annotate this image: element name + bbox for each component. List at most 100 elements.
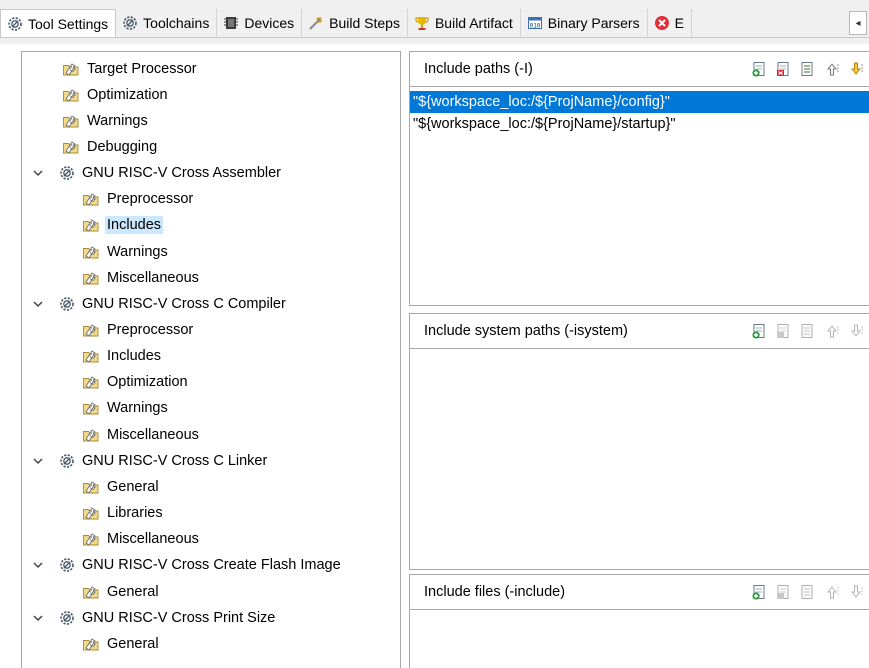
tree-item-label: GNU RISC-V Cross C Compiler xyxy=(82,295,286,312)
tree-item[interactable]: Warnings xyxy=(82,239,170,264)
tab-e[interactable]: E xyxy=(648,9,692,37)
trophy-icon xyxy=(414,15,430,31)
include-files-header: Include files (-include) xyxy=(410,575,869,610)
edit-icon[interactable] xyxy=(799,322,817,340)
tool-gear-icon xyxy=(59,610,75,626)
folder-page-icon xyxy=(82,479,100,495)
include-system-paths-header: Include system paths (-isystem) xyxy=(410,314,869,349)
folder-page-icon xyxy=(82,374,100,390)
tree-item[interactable]: Preprocessor xyxy=(82,318,195,343)
include-files-title: Include files (-include) xyxy=(424,584,566,600)
tab-toolchains[interactable]: Toolchains xyxy=(116,9,218,37)
tab-build-artifact[interactable]: Build Artifact xyxy=(408,9,521,37)
tree-tool-node[interactable]: GNU RISC-V Cross C Compiler xyxy=(33,291,288,316)
tree-item[interactable]: General xyxy=(82,474,161,499)
folder-page-icon xyxy=(82,636,100,652)
folder-page-icon xyxy=(82,531,100,547)
tree-item[interactable]: Includes xyxy=(82,213,164,238)
tab-devices[interactable]: Devices xyxy=(217,9,303,37)
delete-icon[interactable] xyxy=(775,60,793,78)
move-up-icon[interactable] xyxy=(823,322,841,340)
settings-tree: Target Processor Optimization Warnings Debu… xyxy=(21,51,401,668)
tree-item[interactable]: Warnings xyxy=(82,396,170,421)
add-icon[interactable] xyxy=(751,60,769,78)
tree-item[interactable]: Libraries xyxy=(82,501,165,526)
tree-item[interactable]: Debugging xyxy=(62,134,159,159)
add-icon[interactable] xyxy=(751,322,769,340)
folder-page-icon xyxy=(82,427,100,443)
tree-item-label: Includes xyxy=(107,348,162,365)
folder-page-icon xyxy=(82,217,100,233)
tab-scroll-left-button[interactable]: ◂ xyxy=(849,11,867,35)
tree-item[interactable]: Includes xyxy=(82,344,163,369)
build-steps-icon xyxy=(308,15,324,31)
tab-binary-parsers[interactable]: 010 Binary Parsers xyxy=(521,9,648,37)
edit-icon[interactable] xyxy=(799,583,817,601)
tab-label: Build Artifact xyxy=(434,15,513,31)
tree-tool-node[interactable]: GNU RISC-V Cross Create Flash Image xyxy=(33,553,343,578)
svg-text:010: 010 xyxy=(529,23,540,30)
tree-tool-node[interactable]: GNU RISC-V Cross C Linker xyxy=(33,448,269,473)
tree-item-label: Target Processor xyxy=(87,60,197,77)
tree-item-label: Preprocessor xyxy=(107,322,194,338)
tree-item[interactable]: Miscellaneous xyxy=(82,265,201,290)
tree-item[interactable]: Target Processor xyxy=(62,56,199,81)
include-paths-panel: Include paths (-I) "${workspace_loc:/${P… xyxy=(409,51,869,306)
include-paths-toolbar xyxy=(751,60,869,78)
tree-item[interactable]: Warnings xyxy=(62,108,150,133)
tree-item-label: Optimization xyxy=(107,374,188,391)
tree-item[interactable]: General xyxy=(82,579,161,604)
chevron-down-icon[interactable] xyxy=(32,455,44,467)
tree-item[interactable]: Miscellaneous xyxy=(82,527,201,552)
include-paths-list[interactable]: "${workspace_loc:/${ProjName}/config}" "$… xyxy=(410,87,869,135)
tab-label: E xyxy=(674,15,684,31)
folder-page-icon xyxy=(82,400,100,416)
move-up-icon[interactable] xyxy=(823,60,841,78)
tree-item-label: General xyxy=(107,478,159,495)
tree-item-label: GNU RISC-V Cross Print Size xyxy=(82,609,276,626)
tree-item[interactable]: Miscellaneous xyxy=(82,422,201,447)
tree-item-label: Optimization xyxy=(87,86,168,103)
gear-tool-icon xyxy=(7,16,23,32)
tab-bar-divider xyxy=(0,37,869,38)
tree-item-label: GNU RISC-V Cross Create Flash Image xyxy=(82,557,341,574)
include-path-row[interactable]: "${workspace_loc:/${ProjName}/config}" xyxy=(410,91,869,113)
tree-item-label: Miscellaneous xyxy=(107,426,199,443)
delete-icon[interactable] xyxy=(775,322,793,340)
chevron-down-icon[interactable] xyxy=(32,559,44,571)
chevron-down-icon[interactable] xyxy=(32,298,44,310)
edit-icon[interactable] xyxy=(799,60,817,78)
tree-item[interactable]: Preprocessor xyxy=(82,187,195,212)
tab-build-steps[interactable]: Build Steps xyxy=(302,9,408,37)
error-icon xyxy=(654,15,670,31)
folder-page-icon xyxy=(82,244,100,260)
move-up-icon[interactable] xyxy=(823,583,841,601)
move-down-icon[interactable] xyxy=(847,60,865,78)
tree-item[interactable]: Optimization xyxy=(62,82,170,107)
folder-page-icon xyxy=(82,505,100,521)
folder-page-icon xyxy=(62,113,80,129)
tree-item-label: Preprocessor xyxy=(107,191,194,208)
chevron-down-icon[interactable] xyxy=(32,612,44,624)
delete-icon[interactable] xyxy=(775,583,793,601)
move-down-icon[interactable] xyxy=(847,322,865,340)
folder-page-icon xyxy=(62,87,80,103)
folder-page-icon xyxy=(82,191,100,207)
folder-page-icon xyxy=(62,139,80,155)
include-path-row[interactable]: "${workspace_loc:/${ProjName}/startup}" xyxy=(410,113,869,135)
tool-gear-icon xyxy=(59,296,75,312)
tab-tool-settings[interactable]: Tool Settings xyxy=(0,9,117,38)
tab-label: Build Steps xyxy=(329,15,400,31)
tree-item-label: Warnings xyxy=(107,400,168,417)
folder-page-icon xyxy=(82,584,100,600)
move-down-icon[interactable] xyxy=(847,583,865,601)
tree-tool-node[interactable]: GNU RISC-V Cross Assembler xyxy=(33,161,283,186)
tree-item-label: General xyxy=(107,583,159,600)
chevron-down-icon[interactable] xyxy=(32,167,44,179)
tree-item[interactable]: General xyxy=(82,631,161,656)
include-system-paths-panel: Include system paths (-isystem) xyxy=(409,313,869,570)
tab-label: Toolchains xyxy=(143,15,210,31)
tree-item[interactable]: Optimization xyxy=(82,370,190,395)
tree-tool-node[interactable]: GNU RISC-V Cross Print Size xyxy=(33,605,277,630)
add-icon[interactable] xyxy=(751,583,769,601)
